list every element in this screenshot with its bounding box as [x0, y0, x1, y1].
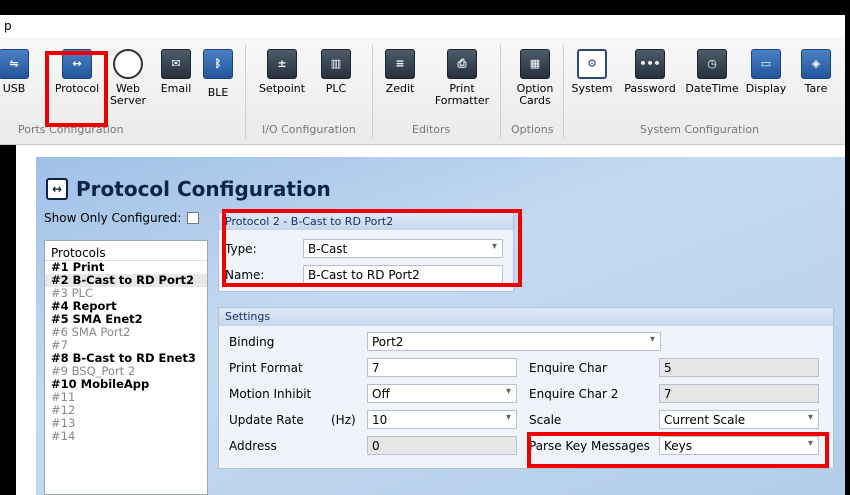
type-label: Type:: [225, 242, 257, 256]
binding-label: Binding: [229, 335, 275, 349]
option-cards-button[interactable]: ▦ Option Cards: [512, 49, 558, 107]
usb-icon: ⇋: [0, 49, 29, 79]
update-rate-label: Update Rate: [229, 413, 304, 427]
print-format-field[interactable]: 7: [367, 358, 517, 377]
type-select[interactable]: B-Cast: [303, 239, 503, 258]
ble-button[interactable]: ᛒ BLE: [198, 49, 238, 99]
enquire-char2-label: Enquire Char 2: [529, 387, 619, 401]
print-formatter-button[interactable]: ⎙ Print Formatter: [434, 49, 490, 107]
datetime-icon: ◷: [697, 49, 727, 79]
protocol-details-box: Protocol 2 - B-Cast to RD Port2 Type: B-…: [218, 212, 514, 292]
password-button[interactable]: ••• Password: [620, 49, 680, 95]
name-field[interactable]: B-Cast to RD Port2: [303, 265, 503, 284]
show-only-configured: Show Only Configured:: [44, 211, 200, 225]
motion-inhibit-select[interactable]: Off: [367, 384, 517, 403]
parse-key-messages-label: Parse Key Messages: [529, 439, 650, 453]
divider: [500, 45, 501, 139]
protocols-list: Protocols #1 Print #2 B-Cast to RD Port2…: [44, 240, 208, 495]
protocol-button[interactable]: ↔ Protocol: [48, 49, 106, 95]
email-button[interactable]: ✉ Email: [156, 49, 196, 95]
plc-icon: ▥: [321, 49, 351, 79]
title-bar: p: [0, 15, 845, 37]
zedit-icon: ≡: [385, 49, 415, 79]
scale-select[interactable]: Current Scale: [659, 410, 819, 429]
protocol-details-header: Protocol 2 - B-Cast to RD Port2: [219, 213, 513, 230]
scale-label: Scale: [529, 413, 562, 427]
divider: [245, 45, 246, 139]
print-formatter-icon: ⎙: [447, 49, 477, 79]
show-only-configured-checkbox[interactable]: [187, 212, 200, 224]
option-cards-icon: ▦: [520, 49, 550, 79]
datetime-button[interactable]: ◷ DateTime: [682, 49, 742, 95]
motion-inhibit-label: Motion Inhibit: [229, 387, 312, 401]
system-button[interactable]: ⚙ System: [568, 49, 616, 95]
parse-key-messages-select[interactable]: Keys: [659, 436, 819, 455]
tare-button[interactable]: ◈ Tare: [796, 49, 836, 95]
protocol-icon: ↔: [46, 178, 68, 200]
update-rate-select[interactable]: 10: [367, 410, 517, 429]
system-icon: ⚙: [577, 49, 607, 79]
list-item[interactable]: #6 SMA Port2: [45, 326, 207, 339]
password-icon: •••: [635, 49, 665, 79]
group-label-options: Options: [511, 123, 554, 136]
group-label-system: System Configuration: [640, 123, 760, 136]
ribbon-toolbar: ⇋ USB ↔ Protocol Web Server ✉ Email ᛒ BL…: [0, 37, 845, 145]
divider: [372, 45, 373, 139]
window-title: p: [4, 19, 12, 33]
group-label-ports: Ports Configuration: [18, 123, 124, 136]
plc-button[interactable]: ▥ PLC: [316, 49, 356, 95]
email-icon: ✉: [161, 49, 191, 79]
setpoint-button[interactable]: ± Setpoint: [257, 49, 307, 95]
usb-button[interactable]: ⇋ USB: [0, 49, 34, 95]
main-area: ↔ Protocol Configuration Show Only Confi…: [16, 145, 845, 495]
address-label: Address: [229, 439, 277, 453]
divider: [563, 45, 564, 139]
web-server-button[interactable]: Web Server: [108, 49, 148, 107]
protocol-icon: ↔: [62, 49, 92, 79]
print-format-label: Print Format: [229, 361, 303, 375]
list-item[interactable]: #14: [45, 430, 207, 443]
name-label: Name:: [225, 268, 265, 282]
bluetooth-icon: ᛒ: [203, 49, 233, 79]
settings-box: Settings Binding Port2 Print Format 7 Mo…: [218, 307, 834, 469]
protocol-config-panel: ↔ Protocol Configuration Show Only Confi…: [36, 157, 845, 495]
group-label-editors: Editors: [412, 123, 451, 136]
zedit-button[interactable]: ≡ Zedit: [380, 49, 420, 95]
enquire-char-field: 5: [659, 358, 819, 377]
screenshot-frame: p ⇋ USB ↔ Protocol Web Server ✉ Email ᛒ …: [0, 0, 850, 495]
display-icon: ▭: [751, 49, 781, 79]
display-button[interactable]: ▭ Display: [742, 49, 790, 95]
tare-icon: ◈: [801, 49, 831, 79]
settings-header: Settings: [219, 308, 833, 326]
binding-select[interactable]: Port2: [367, 332, 661, 351]
update-rate-unit: (Hz): [331, 413, 356, 427]
group-label-io: I/O Configuration: [262, 123, 356, 136]
protocols-list-header: Protocols: [45, 241, 207, 261]
enquire-char-label: Enquire Char: [529, 361, 607, 375]
page-title: ↔ Protocol Configuration: [46, 177, 331, 201]
address-field: 0: [367, 436, 517, 455]
web-server-icon: [113, 49, 143, 79]
setpoint-icon: ±: [267, 49, 297, 79]
enquire-char2-field: 7: [659, 384, 819, 403]
